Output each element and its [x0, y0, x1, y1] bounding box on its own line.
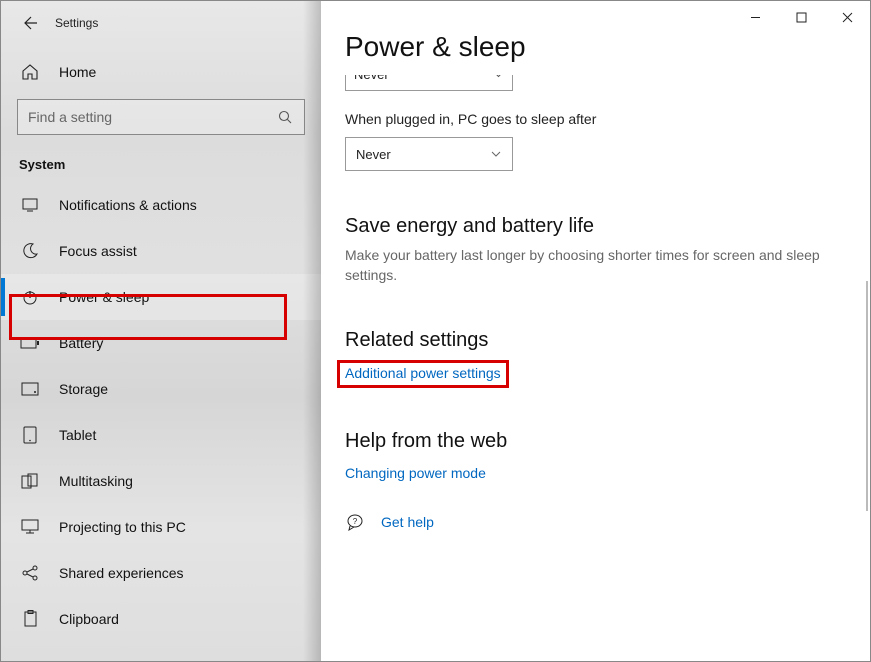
home-icon [19, 63, 41, 81]
storage-icon [19, 382, 41, 396]
sidebar-item-clipboard[interactable]: Clipboard [1, 596, 321, 642]
main-panel: Power & sleep Never When plugged in, PC … [321, 1, 870, 661]
sidebar-item-label: Battery [59, 335, 103, 351]
chevron-down-icon [493, 75, 504, 80]
sidebar-item-notifications[interactable]: Notifications & actions [1, 182, 321, 228]
select-value: Never [356, 147, 391, 162]
search-input[interactable] [28, 109, 276, 125]
sidebar-item-label: Notifications & actions [59, 197, 197, 213]
sidebar-item-label: Multitasking [59, 473, 133, 489]
additional-power-settings-link[interactable]: Additional power settings [345, 365, 501, 381]
energy-heading: Save energy and battery life [345, 215, 846, 238]
sidebar-item-multitasking[interactable]: Multitasking [1, 458, 321, 504]
search-icon [276, 108, 294, 126]
chevron-down-icon [490, 148, 502, 160]
scrollbar[interactable] [866, 281, 868, 511]
energy-description: Make your battery last longer by choosin… [345, 246, 825, 285]
moon-icon [19, 242, 41, 260]
svg-text:?: ? [353, 517, 358, 526]
get-help-icon: ? [345, 513, 367, 531]
sidebar-section-label: System [1, 151, 321, 182]
arrow-left-icon [23, 15, 39, 31]
sidebar-item-storage[interactable]: Storage [1, 366, 321, 412]
sidebar: Settings Home System Notifications & act… [1, 1, 321, 661]
clipboard-icon [19, 610, 41, 628]
sidebar-item-label: Projecting to this PC [59, 519, 186, 535]
changing-power-mode-link[interactable]: Changing power mode [345, 465, 486, 481]
sidebar-item-label: Power & sleep [59, 289, 149, 305]
screen-timeout-select[interactable]: Never [345, 75, 513, 91]
sidebar-item-label: Shared experiences [59, 565, 184, 581]
help-heading: Help from the web [345, 430, 846, 453]
notifications-icon [19, 196, 41, 214]
sidebar-item-label: Focus assist [59, 243, 137, 259]
battery-icon [19, 337, 41, 349]
sleep-field-label: When plugged in, PC goes to sleep after [345, 111, 846, 127]
tablet-icon [19, 426, 41, 444]
related-heading: Related settings [345, 329, 846, 352]
sidebar-item-home[interactable]: Home [1, 51, 321, 93]
search-input-wrap[interactable] [17, 99, 305, 135]
sidebar-item-focus-assist[interactable]: Focus assist [1, 228, 321, 274]
sidebar-item-label: Tablet [59, 427, 96, 443]
projecting-icon [19, 519, 41, 535]
sidebar-item-power-sleep[interactable]: Power & sleep [1, 274, 321, 320]
home-label: Home [59, 64, 96, 80]
multitasking-icon [19, 473, 41, 489]
share-icon [19, 564, 41, 582]
sidebar-item-label: Storage [59, 381, 108, 397]
power-icon [19, 288, 41, 306]
window-title: Settings [55, 16, 98, 30]
sidebar-item-battery[interactable]: Battery [1, 320, 321, 366]
sleep-timeout-select[interactable]: Never [345, 137, 513, 171]
select-value: Never [354, 75, 389, 82]
back-button[interactable] [19, 11, 43, 35]
get-help-link[interactable]: Get help [381, 514, 434, 530]
page-title: Power & sleep [345, 31, 846, 63]
sidebar-item-shared-experiences[interactable]: Shared experiences [1, 550, 321, 596]
sidebar-item-label: Clipboard [59, 611, 119, 627]
sidebar-item-tablet[interactable]: Tablet [1, 412, 321, 458]
sidebar-item-projecting[interactable]: Projecting to this PC [1, 504, 321, 550]
